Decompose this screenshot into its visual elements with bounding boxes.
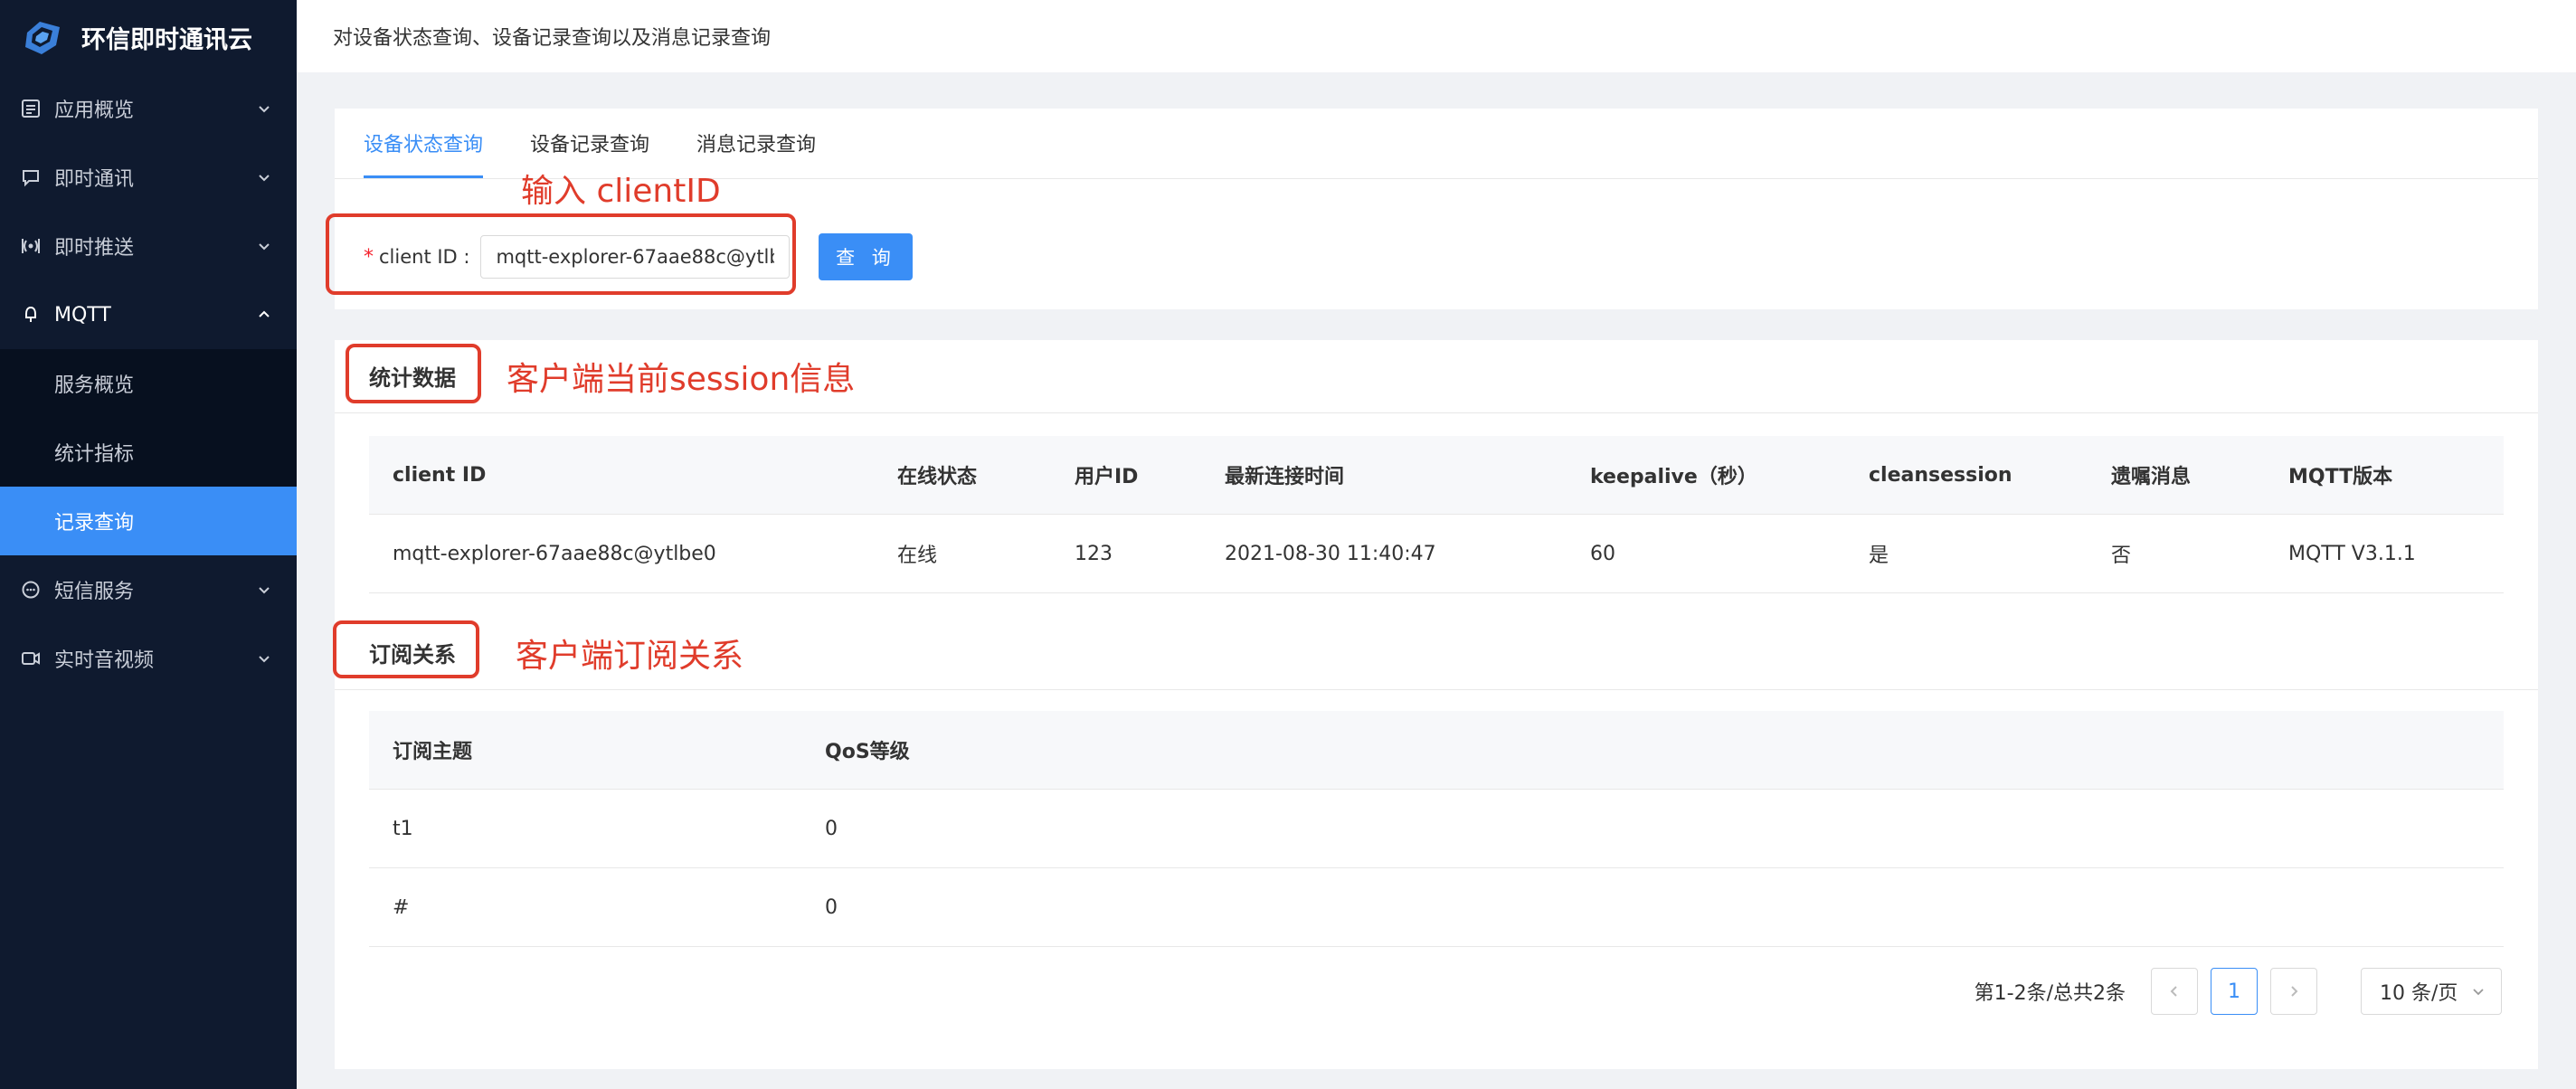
sidebar-item-record-query[interactable]: 记录查询: [0, 487, 297, 555]
table-cell: 60: [1567, 514, 1845, 593]
broadcast-icon: [20, 235, 42, 257]
chevron-right-icon: [2291, 986, 2298, 997]
table-cell: 123: [1051, 514, 1201, 593]
sidebar-item-mqtt[interactable]: MQTT: [0, 280, 297, 349]
sidebar-item-label: 短信服务: [54, 581, 135, 603]
chevron-down-icon: [259, 656, 270, 663]
page-size-select[interactable]: 10 条/页: [2361, 968, 2502, 1015]
column-header: client ID: [369, 436, 874, 515]
page-title: 对设备状态查询、设备记录查询以及消息记录查询: [333, 27, 772, 50]
table-cell: 否: [2088, 514, 2265, 593]
cube-logo-icon: [25, 22, 60, 54]
sidebar-item-im[interactable]: 即时通讯: [0, 143, 297, 212]
column-header: 用户ID: [1051, 436, 1201, 515]
list-icon: [20, 98, 42, 119]
column-header: QoS等级: [801, 711, 2504, 790]
table-cell: 0: [801, 789, 2504, 868]
column-header: 最新连接时间: [1201, 436, 1567, 515]
table-row: mqtt-explorer-67aae88c@ytlbe0 在线 123 202…: [369, 514, 2504, 593]
chevron-up-icon: [259, 310, 270, 317]
annotation-box-stats: [346, 344, 481, 403]
table-header-row: 订阅主题 QoS等级: [369, 711, 2504, 790]
annotation-input-text: 输入 clientID: [521, 173, 721, 210]
tab-device-status[interactable]: 设备状态查询: [364, 128, 484, 178]
page-size-value: 10 条/页: [2380, 982, 2458, 1005]
column-header: cleansession: [1845, 436, 2088, 515]
chevron-down-icon: [259, 243, 270, 251]
sidebar-item-label: 即时通讯: [54, 168, 135, 191]
divider: [335, 412, 2538, 413]
table-cell: 是: [1845, 514, 2088, 593]
chevron-down-icon: [259, 587, 270, 594]
annotation-box-subs: [333, 620, 479, 678]
table-cell: 在线: [874, 514, 1051, 593]
sidebar-item-app-overview[interactable]: 应用概览: [0, 74, 297, 143]
sidebar-item-service-overview[interactable]: 服务概览: [0, 349, 297, 418]
annotation-box-input: [326, 213, 796, 295]
result-card: 统计数据 client ID 在线状态 用户ID 最新连接时间 keepaliv…: [335, 340, 2538, 1069]
column-header: 在线状态: [874, 436, 1051, 515]
sidebar-item-sms[interactable]: 短信服务: [0, 555, 297, 624]
prev-page-button[interactable]: [2151, 968, 2198, 1015]
table-cell: MQTT V3.1.1: [2265, 514, 2504, 593]
sidebar-item-label: 应用概览: [54, 99, 135, 122]
table-cell: #: [369, 867, 801, 947]
chevron-down-icon: [259, 106, 270, 113]
query-button[interactable]: 查 询: [819, 233, 914, 280]
column-header: MQTT版本: [2265, 436, 2504, 515]
table-row: # 0: [369, 867, 2504, 947]
sms-icon: [20, 579, 42, 601]
chevron-down-icon: [259, 175, 270, 182]
table-cell: 0: [801, 867, 2504, 947]
video-icon: [20, 648, 42, 669]
subs-table: 订阅主题 QoS等级 t1 0 # 0: [369, 711, 2504, 947]
sidebar-item-rtc[interactable]: 实时音视频: [0, 624, 297, 693]
annotation-session-text: 客户端当前session信息: [507, 361, 856, 398]
pagination-summary: 第1-2条/总共2条: [1974, 982, 2126, 1005]
table-cell: 2021-08-30 11:40:47: [1201, 514, 1567, 593]
page-header: 对设备状态查询、设备记录查询以及消息记录查询: [297, 0, 2576, 72]
sidebar-item-metrics[interactable]: 统计指标: [0, 418, 297, 487]
mqtt-submenu: 服务概览 统计指标 记录查询: [0, 349, 297, 555]
column-header: 遗嘱消息: [2088, 436, 2265, 515]
table-cell: t1: [369, 789, 801, 868]
page-number-button[interactable]: 1: [2211, 968, 2258, 1015]
mqtt-icon: [20, 304, 42, 326]
chat-icon: [20, 166, 42, 188]
table-header-row: client ID 在线状态 用户ID 最新连接时间 keepalive（秒） …: [369, 436, 2504, 515]
sidebar-item-label: 实时音视频: [54, 649, 155, 672]
chevron-left-icon: [2170, 986, 2177, 997]
brand[interactable]: 环信即时通讯云: [0, 0, 297, 74]
table-row: t1 0: [369, 789, 2504, 868]
annotation-subscription-text: 客户端订阅关系: [516, 638, 744, 675]
sidebar-item-push[interactable]: 即时推送: [0, 212, 297, 280]
brand-title: 环信即时通讯云: [81, 25, 252, 54]
chevron-down-icon: [2473, 989, 2484, 996]
next-page-button[interactable]: [2270, 968, 2317, 1015]
table-cell: mqtt-explorer-67aae88c@ytlbe0: [369, 514, 874, 593]
stats-table: client ID 在线状态 用户ID 最新连接时间 keepalive（秒） …: [369, 436, 2504, 593]
divider: [335, 689, 2538, 690]
column-header: keepalive（秒）: [1567, 436, 1845, 515]
sidebar: 环信即时通讯云 应用概览 即时通讯 即时推送 MQTT 服务概览 统计指标 记录…: [0, 0, 297, 1089]
column-header: 订阅主题: [369, 711, 801, 790]
sidebar-item-label: 即时推送: [54, 237, 135, 260]
sidebar-item-label: MQTT: [54, 303, 111, 327]
pagination: 第1-2条/总共2条 1 10 条/页: [1975, 968, 2502, 1015]
